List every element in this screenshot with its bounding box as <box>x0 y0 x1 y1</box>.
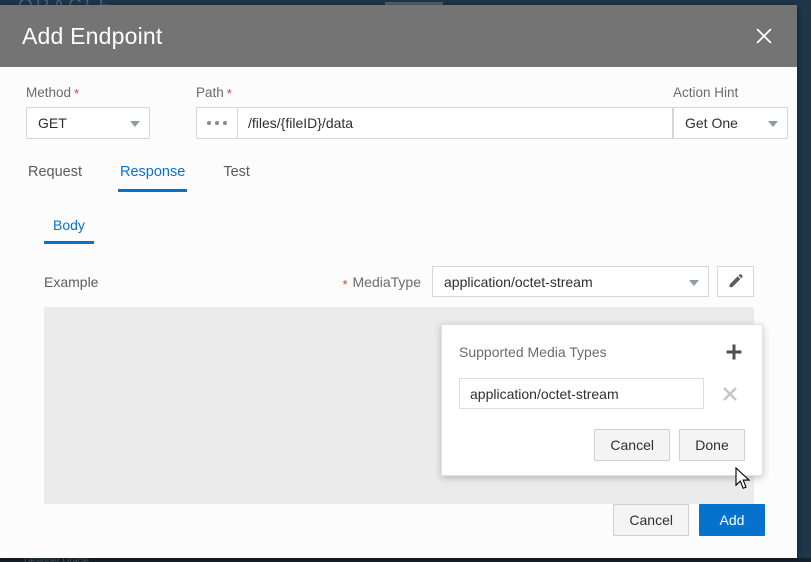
popover-done-button[interactable]: Done <box>679 429 745 461</box>
supported-media-types-popover: Supported Media Types Cancel Done <box>441 324 763 476</box>
example-mediatype-row: Example * MediaType application/octet-str… <box>26 266 771 297</box>
chevron-down-icon <box>689 279 699 286</box>
plus-icon[interactable] <box>723 341 745 363</box>
action-hint-select[interactable]: Get One <box>673 107 788 139</box>
path-label: Path * <box>196 85 673 101</box>
add-button[interactable]: Add <box>699 504 765 536</box>
popover-title: Supported Media Types <box>459 344 607 360</box>
popover-cancel-button[interactable]: Cancel <box>594 429 670 461</box>
mediatype-select-value: application/octet-stream <box>444 273 593 290</box>
ellipsis-dot <box>207 121 211 125</box>
path-label-text: Path <box>196 85 224 100</box>
mediatype-group: * MediaType application/octet-stream <box>342 266 754 297</box>
dialog-body: Method * GET Path * /files/{fileID}/data… <box>0 67 797 504</box>
path-required-marker: * <box>226 86 232 101</box>
endpoint-field-row: Method * GET Path * /files/{fileID}/data… <box>26 85 788 139</box>
add-endpoint-dialog: Add Endpoint Method * GET Path * /files/… <box>0 5 797 558</box>
method-select-value: GET <box>38 115 67 131</box>
media-type-input[interactable] <box>459 378 704 409</box>
pencil-icon[interactable] <box>717 266 754 297</box>
popover-footer: Cancel Done <box>459 429 745 461</box>
dialog-footer: Cancel Add <box>0 504 797 558</box>
action-hint-field: Action Hint Get One <box>673 85 788 139</box>
method-field: Method * GET <box>26 85 150 139</box>
close-icon[interactable] <box>747 19 781 53</box>
method-label-text: Method <box>26 85 72 100</box>
mediatype-label-text: MediaType <box>352 273 421 290</box>
mediatype-required-marker: * <box>342 276 348 292</box>
method-label: Method * <box>26 85 150 101</box>
mediatype-label: * MediaType <box>342 273 421 292</box>
ellipsis-dot <box>215 121 219 125</box>
dialog-header: Add Endpoint <box>0 5 797 67</box>
mediatype-select[interactable]: application/octet-stream <box>432 266 709 297</box>
ellipsis-icon[interactable] <box>196 107 238 139</box>
tab-request[interactable]: Request <box>26 161 84 192</box>
response-subtabs: Body <box>26 215 771 244</box>
path-input[interactable] <box>238 107 673 139</box>
method-required-marker: * <box>74 86 80 101</box>
endpoint-tabs: Request Response Test <box>26 161 771 193</box>
example-label: Example <box>44 273 99 290</box>
close-x-icon[interactable] <box>715 379 745 409</box>
action-hint-select-value: Get One <box>685 115 738 131</box>
chevron-down-icon <box>130 121 140 127</box>
action-hint-label: Action Hint <box>673 85 739 100</box>
path-input-group <box>196 107 673 139</box>
ellipsis-dot <box>223 121 227 125</box>
popover-header: Supported Media Types <box>459 341 745 363</box>
page-title: Add Endpoint <box>22 22 163 49</box>
tab-response[interactable]: Response <box>118 161 188 192</box>
method-select[interactable]: GET <box>26 107 150 139</box>
subtab-body[interactable]: Body <box>44 215 94 244</box>
media-type-item-row <box>459 378 745 409</box>
cancel-button[interactable]: Cancel <box>613 504 689 536</box>
chevron-down-icon <box>768 121 778 127</box>
tab-test[interactable]: Test <box>221 161 252 192</box>
path-field: Path * <box>196 85 673 139</box>
background-status-bar: Designer Oracle <box>0 555 811 562</box>
